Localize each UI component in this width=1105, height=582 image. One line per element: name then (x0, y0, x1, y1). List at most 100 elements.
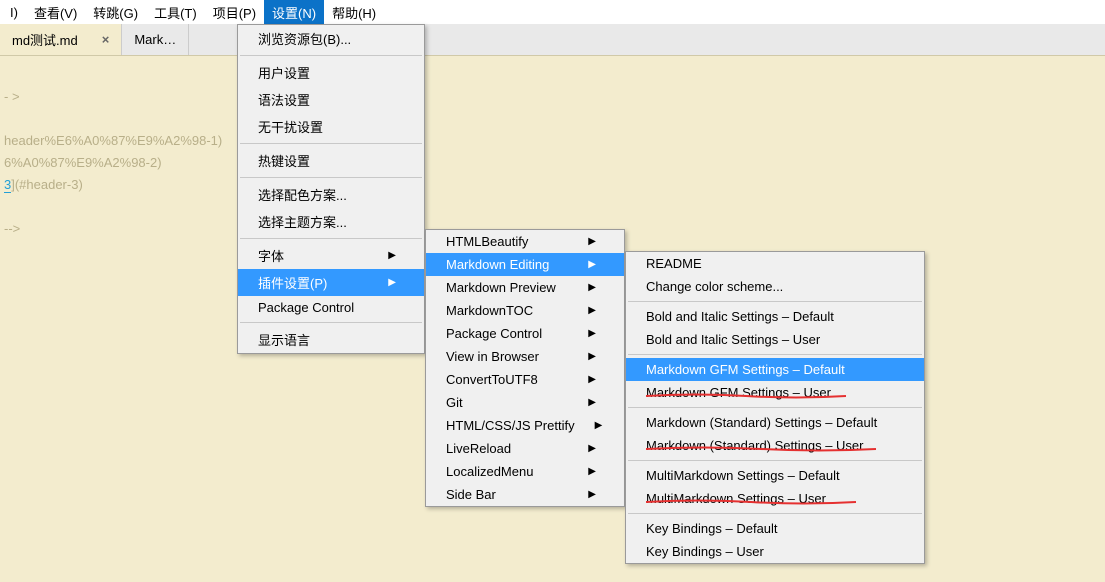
menu-item-label: LiveReload (446, 441, 511, 456)
chevron-right-icon: ▶ (388, 277, 396, 288)
menu-item-label: Bold and Italic Settings – Default (646, 309, 834, 324)
tab[interactable]: md测试.md × (0, 24, 122, 55)
menubar-item[interactable]: 帮助(H) (324, 0, 384, 25)
chevron-right-icon: ▶ (588, 282, 596, 293)
editor-line: - > (4, 89, 20, 104)
menu-item-label: 无干扰设置 (258, 117, 323, 136)
chevron-right-icon: ▶ (588, 351, 596, 362)
menu-item[interactable]: 无干扰设置 (238, 113, 424, 140)
close-icon[interactable]: × (102, 32, 110, 47)
menu-item[interactable]: 字体▶ (238, 242, 424, 269)
menu-item-label: MultiMarkdown Settings – Default (646, 468, 840, 483)
menu-item[interactable]: 插件设置(P) ▶ (238, 269, 424, 296)
menu-item-label: Change color scheme... (646, 279, 783, 294)
menu-separator (628, 301, 922, 302)
menu-item[interactable]: View in Browser▶ (426, 345, 624, 368)
menu-item[interactable]: 语法设置 (238, 86, 424, 113)
chevron-right-icon: ▶ (588, 466, 596, 477)
menubar-item[interactable]: 转跳(G) (85, 0, 146, 25)
menu-item-label: Markdown (Standard) Settings – User (646, 438, 863, 453)
menubar-item[interactable]: 项目(P) (205, 0, 264, 25)
menu-separator (628, 354, 922, 355)
menu-item[interactable]: Package Control (238, 296, 424, 319)
menu-item-label: 热键设置 (258, 151, 310, 170)
menu-item-label: MarkdownTOC (446, 303, 533, 318)
menubar-item[interactable]: 设置(N) (264, 0, 324, 25)
menu-item-label: HTML/CSS/JS Prettify (446, 418, 575, 433)
menu-item[interactable]: Markdown Editing ▶ (426, 253, 624, 276)
menu-item-label: MultiMarkdown Settings – User (646, 491, 826, 506)
menu-item-label: Bold and Italic Settings – User (646, 332, 820, 347)
editor-area[interactable]: - > header%E6%A0%87%E9%A2%98-1) 6%A0%87%… (0, 56, 1105, 248)
menu-separator (240, 143, 422, 144)
menu-item-label: Key Bindings – User (646, 544, 764, 559)
menu-item-label: 显示语言 (258, 330, 310, 349)
menu-item-label: Git (446, 395, 463, 410)
menu-item[interactable]: Markdown GFM Settings – User (626, 381, 924, 404)
menu-item[interactable]: 选择主题方案... (238, 208, 424, 235)
menu-item[interactable]: MultiMarkdown Settings – Default (626, 464, 924, 487)
menu-item[interactable]: 热键设置 (238, 147, 424, 174)
menu-item-label: Key Bindings – Default (646, 521, 778, 536)
menu-separator (240, 55, 422, 56)
tab[interactable]: Mark… (122, 24, 189, 55)
chevron-right-icon: ▶ (588, 259, 596, 270)
menu-item-label: HTMLBeautify (446, 234, 528, 249)
editor-line: --> (4, 221, 20, 236)
plugin-settings-submenu: HTMLBeautify▶Markdown Editing▶Markdown P… (425, 229, 625, 507)
menu-separator (628, 460, 922, 461)
menu-item[interactable]: Markdown GFM Settings – Default (626, 358, 924, 381)
menu-separator (240, 177, 422, 178)
menu-separator (628, 407, 922, 408)
chevron-right-icon: ▶ (588, 328, 596, 339)
chevron-right-icon: ▶ (588, 443, 596, 454)
menu-item-label: Markdown Editing (446, 257, 549, 272)
menubar-item[interactable]: 工具(T) (146, 0, 205, 25)
menu-item[interactable]: Package Control▶ (426, 322, 624, 345)
menu-item[interactable]: Markdown (Standard) Settings – User (626, 434, 924, 457)
menu-item[interactable]: MarkdownTOC ▶ (426, 299, 624, 322)
menu-item-label: 插件设置(P) (258, 273, 327, 292)
chevron-right-icon: ▶ (588, 489, 596, 500)
menu-item[interactable]: HTML/CSS/JS Prettify▶ (426, 414, 624, 437)
menu-item[interactable]: MultiMarkdown Settings – User (626, 487, 924, 510)
editor-line: 3](#header-3) (4, 177, 83, 193)
editor-line: header%E6%A0%87%E9%A2%98-1) (4, 133, 222, 148)
menu-item-label: 语法设置 (258, 90, 310, 109)
menu-item[interactable]: HTMLBeautify ▶ (426, 230, 624, 253)
menu-item-label: Markdown GFM Settings – Default (646, 362, 845, 377)
menu-separator (240, 322, 422, 323)
menu-item-label: 字体 (258, 246, 284, 265)
menu-item[interactable]: Key Bindings – User (626, 540, 924, 563)
menu-item[interactable]: 用户设置 (238, 59, 424, 86)
menu-item[interactable]: Markdown (Standard) Settings – Default (626, 411, 924, 434)
menu-item[interactable]: Git▶ (426, 391, 624, 414)
menu-item-label: Markdown (Standard) Settings – Default (646, 415, 877, 430)
editor-line: 6%A0%87%E9%A2%98-2) (4, 155, 162, 170)
menubar-item[interactable]: I) (2, 2, 26, 23)
menu-item[interactable]: ConvertToUTF8▶ (426, 368, 624, 391)
menu-item-label: 用户设置 (258, 63, 310, 82)
menu-item[interactable]: Markdown Preview▶ (426, 276, 624, 299)
chevron-right-icon: ▶ (588, 305, 596, 316)
chevron-right-icon: ▶ (588, 236, 596, 247)
menubar: I)查看(V)转跳(G)工具(T)项目(P)设置(N)帮助(H) (0, 0, 1105, 24)
menu-item[interactable]: 选择配色方案... (238, 181, 424, 208)
menu-item[interactable]: Bold and Italic Settings – User (626, 328, 924, 351)
menu-item[interactable]: Bold and Italic Settings – Default (626, 305, 924, 328)
menu-item-label: ConvertToUTF8 (446, 372, 538, 387)
menu-separator (240, 238, 422, 239)
menu-item[interactable]: README (626, 252, 924, 275)
menu-item[interactable]: Change color scheme... (626, 275, 924, 298)
menu-item-label: Markdown GFM Settings – User (646, 385, 831, 400)
tab-bar: md测试.md × Mark… (0, 24, 1105, 56)
menu-item[interactable]: Key Bindings – Default (626, 517, 924, 540)
menu-separator (628, 513, 922, 514)
menu-item[interactable]: 浏览资源包(B)... (238, 25, 424, 52)
menu-item[interactable]: Side Bar▶ (426, 483, 624, 506)
tab-label: md测试.md (12, 30, 78, 49)
menu-item[interactable]: LiveReload ▶ (426, 437, 624, 460)
menu-item[interactable]: LocalizedMenu▶ (426, 460, 624, 483)
menubar-item[interactable]: 查看(V) (26, 0, 85, 25)
menu-item[interactable]: 显示语言 (238, 326, 424, 353)
